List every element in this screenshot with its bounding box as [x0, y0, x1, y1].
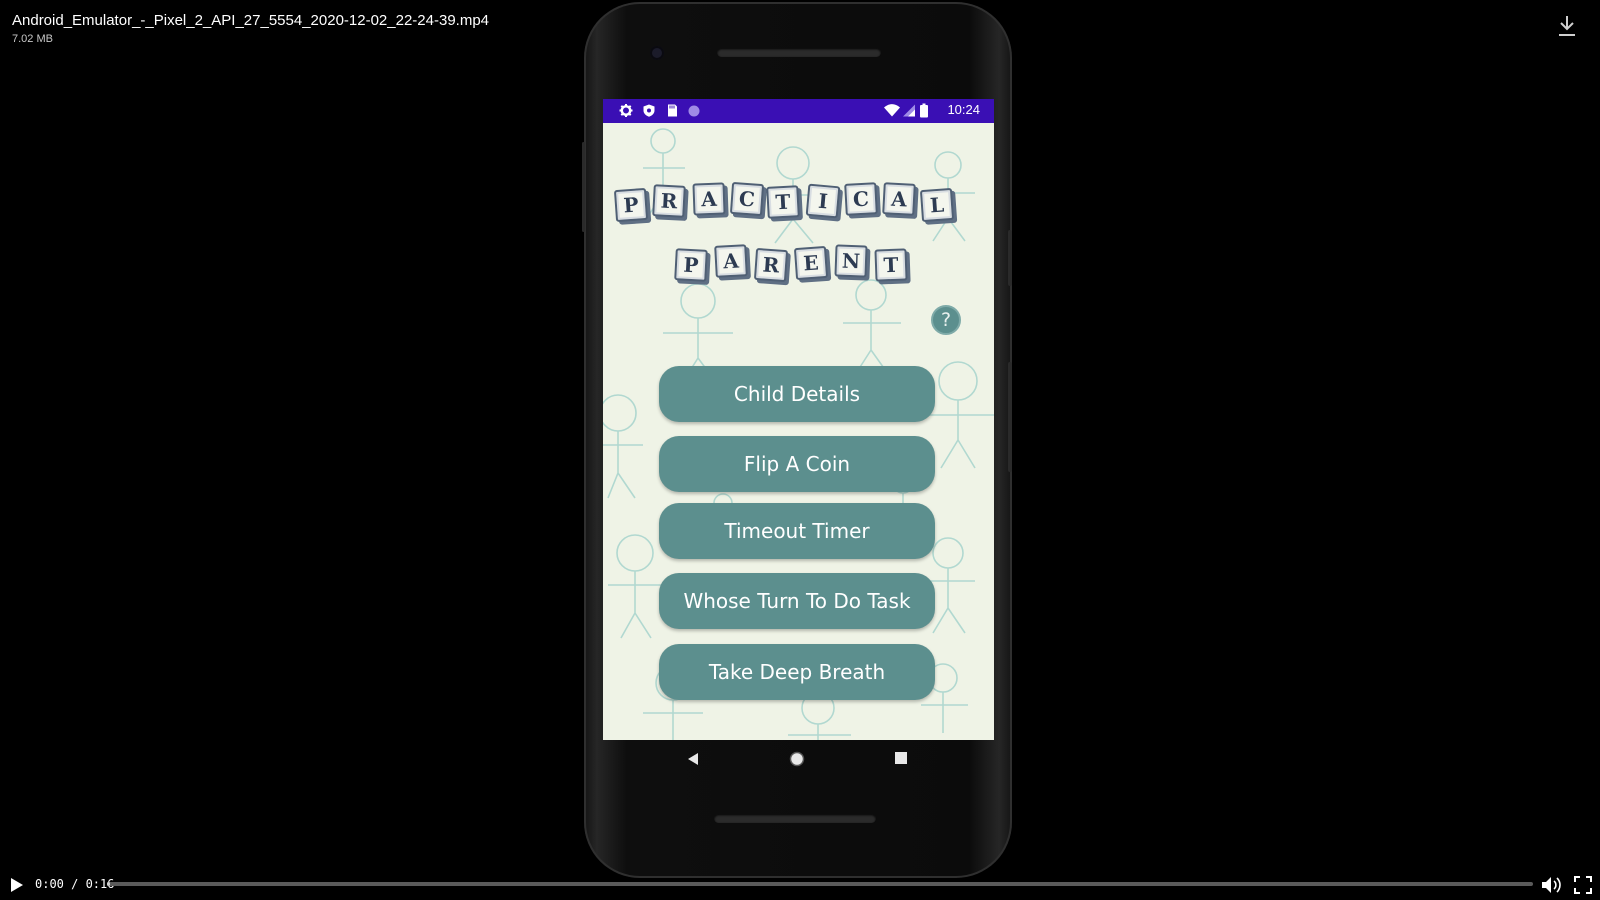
file-title: Android_Emulator_-_Pixel_2_API_27_5554_2…: [12, 12, 490, 29]
video-time: 0:00 / 0:16: [35, 877, 115, 891]
logo-block: T: [874, 248, 908, 282]
file-size: 7.02 MB: [12, 33, 53, 45]
wifi-icon: [884, 104, 900, 117]
fullscreen-icon[interactable]: [1574, 876, 1592, 894]
logo-block: A: [882, 182, 916, 216]
flip-a-coin-button[interactable]: Flip A Coin: [659, 436, 935, 492]
child-details-button[interactable]: Child Details: [659, 366, 935, 422]
video-progress-fill: [107, 882, 110, 886]
logo-block: R: [753, 247, 789, 283]
logo-block: E: [793, 245, 829, 281]
logo-block: P: [613, 187, 649, 223]
shield-icon: [643, 104, 655, 117]
app-main-screen: P R A C T I C A L P A R E N T ? Child De…: [603, 123, 994, 740]
take-deep-breath-button[interactable]: Take Deep Breath: [659, 644, 935, 700]
logo-block: C: [729, 181, 765, 217]
home-icon[interactable]: [789, 751, 805, 767]
device-screen: 10:24 P R A C T I C A L P A R E N T ? Ch…: [603, 99, 994, 740]
logo-block: A: [714, 244, 748, 278]
status-time: 10:24: [947, 102, 980, 117]
status-bar: 10:24: [603, 99, 994, 123]
play-icon[interactable]: [10, 877, 24, 893]
logo-block: I: [805, 183, 841, 219]
logo-block: N: [834, 244, 868, 278]
battery-icon: [920, 103, 928, 118]
logo-block: R: [652, 184, 686, 218]
video-progress-bar[interactable]: [107, 882, 1533, 886]
logo-block: L: [919, 187, 955, 223]
back-icon[interactable]: [687, 752, 699, 766]
signal-icon: [903, 104, 915, 117]
help-button[interactable]: ?: [931, 305, 961, 335]
volume-icon[interactable]: [1541, 876, 1563, 894]
logo-block: T: [766, 185, 800, 219]
circle-icon: [688, 105, 700, 117]
sd-card-icon: [668, 104, 677, 117]
download-icon[interactable]: [1556, 14, 1578, 38]
android-nav-bar: [603, 740, 994, 784]
timeout-timer-button[interactable]: Timeout Timer: [659, 503, 935, 559]
whose-turn-button[interactable]: Whose Turn To Do Task: [659, 573, 935, 629]
logo-block: P: [674, 248, 708, 282]
settings-icon: [619, 104, 633, 117]
logo-block: A: [692, 182, 726, 216]
recents-icon[interactable]: [895, 752, 907, 764]
logo-block: C: [844, 182, 878, 216]
